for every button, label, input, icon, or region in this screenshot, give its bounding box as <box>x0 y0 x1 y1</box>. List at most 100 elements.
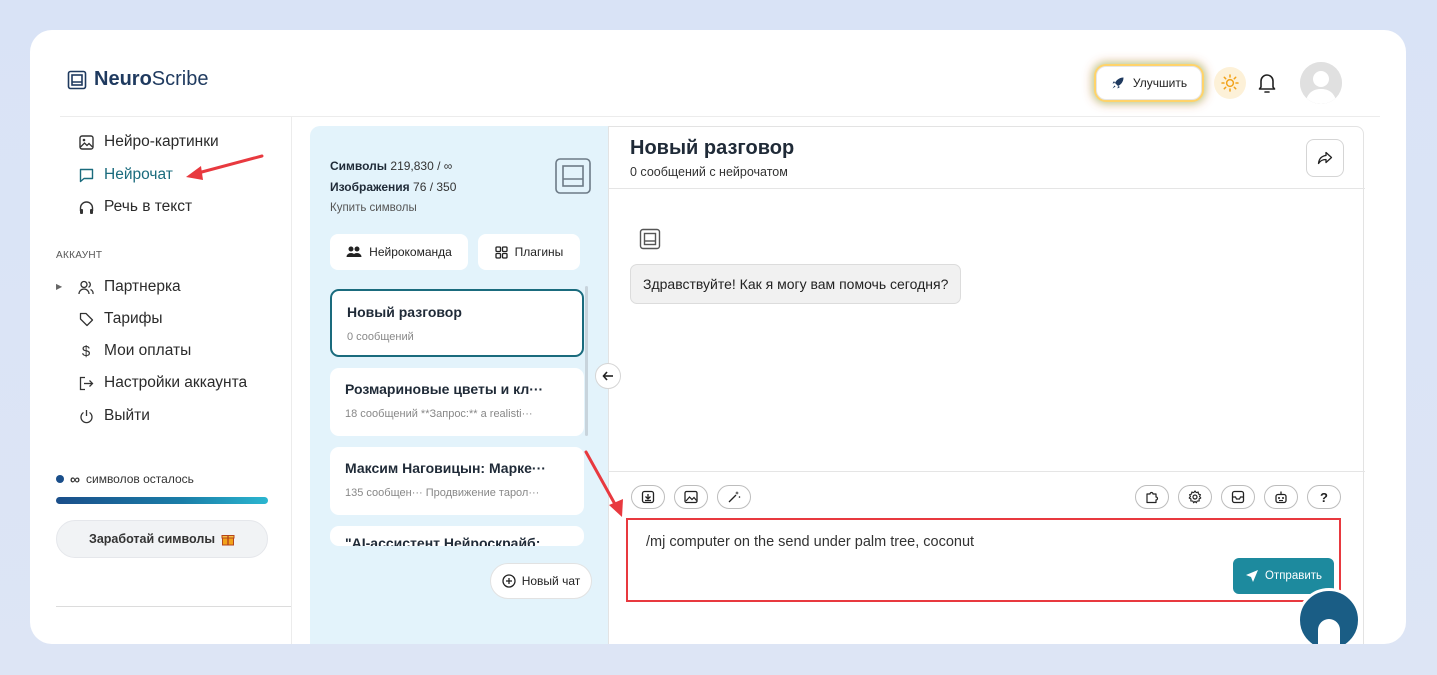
message-input[interactable]: /mj computer on the send under palm tree… <box>646 534 974 550</box>
usage-stats: Символы 219,830 / ∞ Изображения 76 / 350… <box>330 156 456 219</box>
share-button[interactable] <box>1306 139 1344 177</box>
notifications-button[interactable] <box>1254 70 1280 96</box>
help-label: ? <box>1320 489 1328 505</box>
chat-list-item[interactable]: "AI-ассистент Нейроскрайб: <box>330 526 584 546</box>
logo-text-bold: Neuro <box>94 68 152 90</box>
gear-icon <box>1188 490 1202 504</box>
headphones-icon <box>78 199 94 215</box>
power-icon <box>78 408 94 424</box>
gift-icon <box>221 535 235 546</box>
bot-button[interactable] <box>1264 485 1298 509</box>
chat-item-title: Новый разговор <box>347 304 462 320</box>
sidebar-item-tariffs[interactable]: Тарифы <box>78 310 163 328</box>
neuroscribe-logo-icon <box>554 157 592 195</box>
send-label: Отправить <box>1264 570 1323 582</box>
avatar-icon <box>1300 62 1342 104</box>
inbox-icon <box>1231 490 1245 504</box>
logo-icon <box>67 70 87 89</box>
bot-message-bubble: Здравствуйте! Как я могу вам помочь сего… <box>630 264 962 304</box>
arrow-left-icon <box>602 371 613 381</box>
chat-subtitle: 0 сообщений с нейрочатом <box>630 165 788 179</box>
chat-item-title: Максим Наговицын: Марке··· <box>345 460 546 476</box>
sidebar-item-label: Речь в текст <box>104 198 193 215</box>
send-icon <box>1245 570 1258 582</box>
support-chat-button[interactable] <box>1297 588 1361 644</box>
top-header: NeuroScribe Улучшить <box>30 30 1406 116</box>
buy-symbols-link[interactable]: Купить символы <box>330 198 456 219</box>
sidebar-item-partners[interactable]: Партнерка <box>78 278 181 296</box>
sidebar-item-label: Нейрочат <box>104 166 173 183</box>
symbols-value: 219,830 / ∞ <box>390 159 453 173</box>
credits-infinity: ∞ <box>70 471 80 487</box>
sidebar-item-neurochat[interactable]: Нейрочат <box>78 166 173 184</box>
upload-button[interactable] <box>631 485 665 509</box>
login-icon <box>78 375 94 391</box>
magic-button[interactable] <box>717 485 751 509</box>
chat-list-item-active[interactable]: Новый разговор 0 сообщений <box>330 289 584 357</box>
image-icon <box>684 490 698 504</box>
toolbar-divider <box>609 471 1365 472</box>
account-section-label: АККАУНТ <box>56 250 103 261</box>
sidebar-item-payments[interactable]: $ Мои оплаты <box>78 342 191 360</box>
plugins-button[interactable]: Плагины <box>478 234 580 270</box>
upgrade-button[interactable]: Улучшить <box>1096 66 1202 100</box>
caret-right-icon[interactable]: ▶ <box>56 282 62 291</box>
neuroteam-label: Нейрокоманда <box>369 245 452 259</box>
plugins-label: Плагины <box>514 245 564 259</box>
user-avatar[interactable] <box>1300 62 1342 104</box>
grid-icon <box>495 245 508 259</box>
sidebar-item-label: Выйти <box>104 407 150 424</box>
sidebar-item-speech-to-text[interactable]: Речь в текст <box>78 198 192 216</box>
chat-list-scrollbar[interactable] <box>585 286 588 436</box>
sidebar-item-label: Мои оплаты <box>104 342 192 359</box>
dollar-icon: $ <box>81 342 91 360</box>
sidebar: Нейро-картинки Нейрочат Речь в текст АКК… <box>30 117 292 644</box>
logo[interactable]: NeuroScribe <box>67 68 209 91</box>
sidebar-item-label: Тарифы <box>104 310 163 327</box>
chat-item-title: Розмариновые цветы и кл··· <box>345 381 544 397</box>
chat-item-title: "AI-ассистент Нейроскрайб: <box>345 535 541 546</box>
credits-label: символов осталось <box>85 472 194 486</box>
tag-icon <box>78 311 94 327</box>
earn-symbols-button[interactable]: Заработай символы <box>56 520 268 558</box>
sidebar-border <box>291 117 292 644</box>
chat-icon <box>78 167 94 183</box>
chat-main: Новый разговор 0 сообщений с нейрочатом … <box>608 126 1365 644</box>
chat-item-subtitle: 0 сообщений <box>347 331 414 343</box>
users-icon <box>78 279 94 295</box>
chat-list-item[interactable]: Максим Наговицын: Марке··· 135 сообщен··… <box>330 447 584 515</box>
puzzle-icon <box>1146 491 1159 504</box>
image-icon <box>78 134 94 150</box>
bell-icon <box>1258 74 1276 93</box>
sidebar-item-label: Партнерка <box>104 278 181 295</box>
help-button[interactable]: ? <box>1307 485 1341 509</box>
storage-button[interactable] <box>1221 485 1255 509</box>
robot-icon <box>1275 491 1287 504</box>
sidebar-item-logout[interactable]: Выйти <box>78 407 150 425</box>
chat-item-subtitle: 18 сообщений **Запрос:** a realisti··· <box>345 408 533 420</box>
new-chat-button[interactable]: Новый чат <box>490 563 592 599</box>
sidebar-item-neuro-images[interactable]: Нейро-картинки <box>78 133 219 151</box>
sun-icon <box>1221 74 1239 92</box>
image-button[interactable] <box>674 485 708 509</box>
sidebar-divider <box>56 606 292 607</box>
message-input-area[interactable]: /mj computer on the send under palm tree… <box>626 518 1341 602</box>
settings-button[interactable] <box>1178 485 1212 509</box>
sidebar-item-label: Настройки аккаунта <box>104 374 248 391</box>
chat-list-item[interactable]: Розмариновые цветы и кл··· 18 сообщений … <box>330 368 584 436</box>
upgrade-label: Улучшить <box>1132 76 1188 90</box>
images-value: 76 / 350 <box>413 180 457 194</box>
credits-progress-bar <box>56 497 268 504</box>
neuroteam-button[interactable]: Нейрокоманда <box>330 234 468 270</box>
chat-title: Новый разговор <box>630 137 795 159</box>
magic-wand-icon <box>728 491 741 503</box>
collapse-panel-button[interactable] <box>595 363 621 389</box>
chat-header-divider <box>609 188 1365 189</box>
sidebar-item-account-settings[interactable]: Настройки аккаунта <box>78 374 247 392</box>
theme-toggle-button[interactable] <box>1214 67 1246 99</box>
rocket-icon <box>1112 77 1124 89</box>
images-label: Изображения <box>330 180 410 194</box>
credits-remaining: ∞ символов осталось <box>56 471 194 487</box>
team-icon <box>346 246 362 257</box>
plugin-button[interactable] <box>1135 485 1169 509</box>
